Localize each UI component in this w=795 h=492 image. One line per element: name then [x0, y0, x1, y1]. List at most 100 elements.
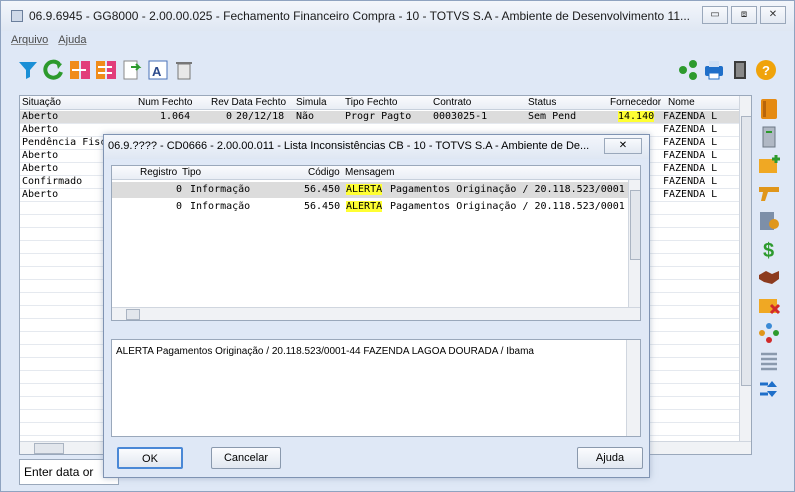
cell-tipo: Informação: [190, 184, 251, 195]
message-detail-text: ALERTA Pagamentos Originação / 20.118.52…: [116, 346, 534, 357]
scroll-thumb[interactable]: [34, 443, 64, 454]
cell-situacao: Pendência Fisc: [22, 137, 107, 148]
cell-nome: FAZENDA L: [663, 163, 718, 174]
cell-tipo: Progr Pagto: [345, 111, 412, 122]
cell-alerta: ALERTA: [346, 184, 383, 195]
message-detail-box[interactable]: ALERTA Pagamentos Originação / 20.118.52…: [111, 339, 641, 437]
dialog-close-button[interactable]: ✕: [604, 138, 642, 154]
text-format-icon[interactable]: A: [147, 59, 169, 81]
handshake-icon[interactable]: [757, 265, 781, 289]
cell-tipo: Informação: [190, 201, 251, 212]
col-contrato[interactable]: Contrato: [433, 97, 471, 108]
ok-button[interactable]: OK: [117, 447, 183, 469]
title-bar: 06.9.6945 - GG8000 - 2.00.00.025 - Fecha…: [1, 1, 794, 31]
table-row[interactable]: 0 Informação 56.450 ALERTA Pagamentos Or…: [112, 199, 628, 215]
share-icon[interactable]: [677, 59, 699, 81]
svg-text:$: $: [763, 240, 774, 261]
action-sidebar: $: [753, 95, 785, 455]
sort-icon[interactable]: [757, 377, 781, 401]
cell-status: Sem Pend: [528, 111, 577, 122]
cancel-button[interactable]: Cancelar: [211, 447, 281, 469]
col-nome[interactable]: Nome: [668, 97, 695, 108]
filter-icon[interactable]: [17, 59, 39, 81]
inconsistency-grid-vscroll[interactable]: [628, 180, 640, 307]
message-detail-vscroll[interactable]: [626, 340, 640, 436]
maximize-button[interactable]: ⧈: [731, 6, 757, 24]
network-icon[interactable]: [757, 321, 781, 345]
cell-num: 1.064: [160, 111, 191, 122]
scroll-thumb[interactable]: [741, 116, 751, 386]
print-icon[interactable]: [703, 59, 725, 81]
cell-fornecedor: 14.140: [618, 111, 655, 122]
exit-door-icon[interactable]: [729, 59, 751, 81]
trash-icon[interactable]: [173, 59, 195, 81]
help-icon[interactable]: ?: [755, 59, 777, 81]
col-simula[interactable]: Simula: [296, 97, 327, 108]
report-icon[interactable]: [757, 209, 781, 233]
col-registro[interactable]: Registro: [140, 167, 177, 178]
main-grid-vscroll[interactable]: [739, 96, 751, 441]
cell-nome: FAZENDA L: [663, 150, 718, 161]
col-tipo-fechto[interactable]: Tipo Fechto: [345, 97, 397, 108]
document-icon[interactable]: [757, 125, 781, 149]
col-num-fechto[interactable]: Num Fechto: [138, 97, 192, 108]
cell-nome: FAZENDA L: [663, 111, 718, 122]
scroll-thumb[interactable]: [630, 190, 640, 260]
col-mensagem[interactable]: Mensagem: [345, 167, 394, 178]
app-icon: [11, 10, 23, 22]
book-icon[interactable]: [757, 97, 781, 121]
cell-simula: Não: [296, 111, 315, 122]
menu-arquivo[interactable]: Arquivo: [11, 34, 48, 52]
minimize-button[interactable]: ▭: [702, 6, 728, 24]
help-button[interactable]: Ajuda: [577, 447, 643, 469]
col-rev-data-fechto[interactable]: Rev Data Fechto: [211, 97, 286, 108]
inconsistency-dialog: 06.9.???? - CD0666 - 2.00.00.011 - Lista…: [103, 134, 650, 478]
folder-remove-icon[interactable]: [757, 293, 781, 317]
svg-text:?: ?: [762, 63, 770, 78]
cell-mensagem: Pagamentos Originação / 20.118.523/0001: [390, 184, 625, 195]
cell-codigo: 56.450: [304, 184, 341, 195]
folder-add-icon[interactable]: [757, 153, 781, 177]
cell-situacao: Aberto: [22, 111, 59, 122]
cell-nome: FAZENDA L: [663, 176, 718, 187]
col-status[interactable]: Status: [528, 97, 556, 108]
cell-rev: 0: [226, 111, 233, 122]
menu-bar: Arquivo Ajuda: [11, 34, 86, 52]
cell-alerta: ALERTA: [346, 201, 383, 212]
cell-registro: 0: [176, 184, 183, 195]
cell-nome: FAZENDA L: [663, 189, 718, 200]
col-tipo[interactable]: Tipo: [182, 167, 201, 178]
cell-situacao: Aberto: [22, 189, 59, 200]
list-icon[interactable]: [757, 349, 781, 373]
cell-codigo: 56.450: [304, 201, 341, 212]
inconsistency-grid-hscroll[interactable]: [112, 307, 640, 320]
close-button[interactable]: ✕: [760, 6, 786, 24]
collapse-icon[interactable]: [69, 59, 91, 81]
inconsistency-grid-header: Registro Tipo Código Mensagem: [112, 166, 640, 180]
col-fornecedor[interactable]: Fornecedor: [610, 97, 661, 108]
cell-data: 20/12/18: [236, 111, 285, 122]
dialog-title: 06.9.???? - CD0666 - 2.00.00.011 - Lista…: [104, 135, 649, 159]
cell-nome: FAZENDA L: [663, 137, 718, 148]
scroll-thumb[interactable]: [126, 309, 140, 320]
cell-situacao: Confirmado: [22, 176, 83, 187]
cell-contrato: 0003025-1: [433, 111, 488, 122]
menu-ajuda[interactable]: Ajuda: [58, 34, 86, 52]
cell-situacao: Aberto: [22, 163, 59, 174]
cell-registro: 0: [176, 201, 183, 212]
dollar-icon[interactable]: $: [757, 237, 781, 261]
refresh-icon[interactable]: [43, 59, 65, 81]
cell-situacao: Aberto: [22, 150, 59, 161]
export-icon[interactable]: [121, 59, 143, 81]
expand-icon[interactable]: [95, 59, 117, 81]
col-situacao[interactable]: Situação: [22, 97, 61, 108]
window-title: 06.9.6945 - GG8000 - 2.00.00.025 - Fecha…: [29, 9, 691, 23]
table-row[interactable]: Aberto 1.064 0 20/12/18 Não Progr Pagto …: [20, 111, 751, 124]
col-codigo[interactable]: Código: [308, 167, 340, 178]
svg-text:A: A: [152, 64, 162, 79]
pistol-icon[interactable]: [757, 181, 781, 205]
table-row[interactable]: 0 Informação 56.450 ALERTA Pagamentos Or…: [112, 182, 628, 198]
toolbar: A ?: [11, 55, 786, 91]
cell-nome: FAZENDA L: [663, 124, 718, 135]
cell-mensagem: Pagamentos Originação / 20.118.523/0001: [390, 201, 625, 212]
